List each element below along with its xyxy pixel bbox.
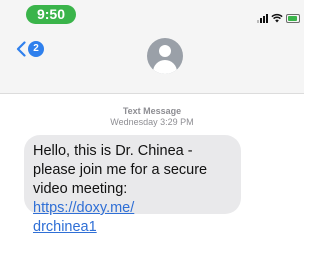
status-icons — [257, 9, 300, 23]
status-bar: 9:50 — [0, 0, 304, 30]
message-bubble[interactable]: Hello, this is Dr. Chinea - please join … — [24, 135, 241, 235]
meeting-link[interactable]: https://doxy.me/drchinea1 — [33, 200, 134, 235]
message-timestamp: Wednesday 3:29 PM — [110, 117, 194, 127]
battery-icon — [286, 14, 300, 23]
contact-avatar[interactable] — [147, 38, 183, 74]
conversation-header: 2 — [0, 30, 304, 94]
thread-meta: Text Message Wednesday 3:29 PM — [0, 106, 304, 128]
signal-icon — [257, 13, 268, 23]
message-text: Hello, this is Dr. Chinea - please join … — [33, 143, 208, 197]
meeting-link-part1: https://doxy.me/ — [33, 200, 135, 216]
wifi-icon — [271, 13, 283, 23]
unread-count-badge: 2 — [28, 41, 44, 57]
person-silhouette-icon — [159, 45, 171, 57]
back-button[interactable]: 2 — [16, 41, 44, 57]
meeting-link-part2: drchinea1 — [33, 219, 97, 235]
chevron-left-icon — [16, 41, 26, 57]
service-label: Text Message — [122, 106, 182, 116]
status-time[interactable]: 9:50 — [26, 5, 76, 24]
